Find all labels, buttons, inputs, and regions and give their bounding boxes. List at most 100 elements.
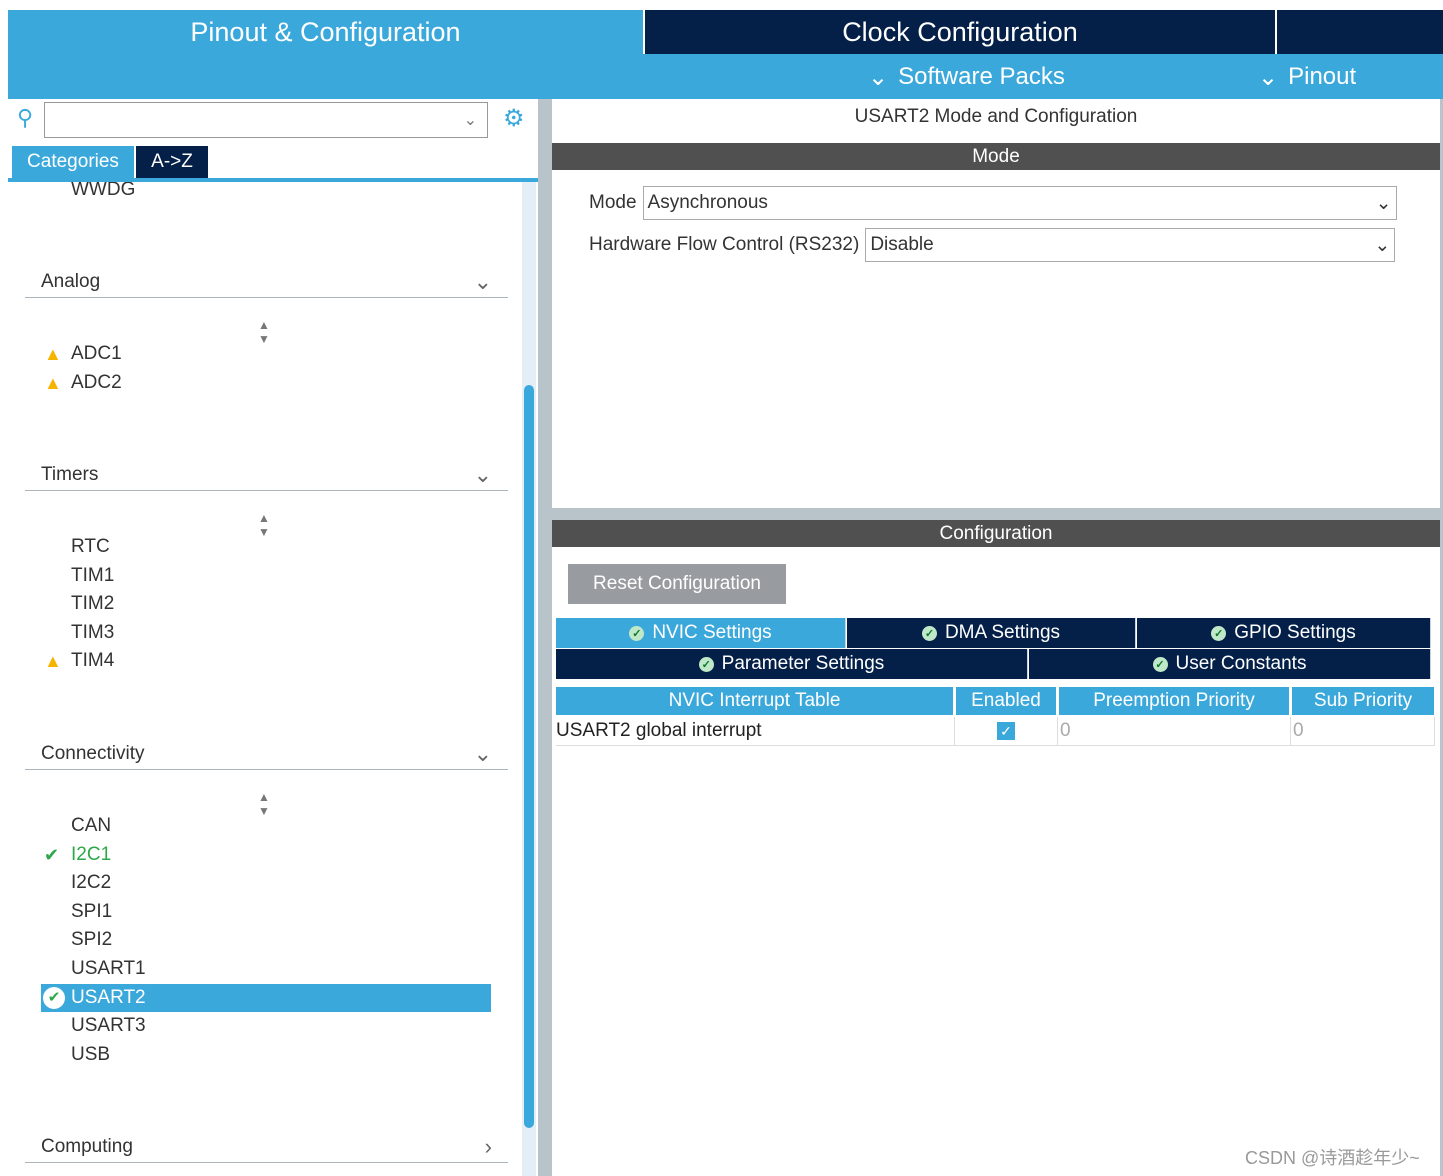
search-icon[interactable]: ⚲ <box>17 105 33 131</box>
mode-label: Mode <box>589 192 637 213</box>
check-circle-icon: ✓ <box>1152 656 1168 672</box>
panel-title: USART2 Mode and Configuration <box>854 106 1138 127</box>
configuration-header: Configuration <box>552 520 1440 547</box>
category-header[interactable]: Analog ⌄ <box>25 266 508 298</box>
flow-control-row: Hardware Flow Control (RS232) Disable ⌄ <box>589 228 1396 262</box>
tab-label: DMA Settings <box>944 622 1061 643</box>
tab-nvic-settings[interactable]: ✓ NVIC Settings <box>556 618 846 648</box>
item-label: TIM4 <box>71 650 115 672</box>
table-cell-preemption[interactable]: 0 <box>1058 717 1291 746</box>
list-item[interactable]: USART3 <box>41 1012 491 1040</box>
tab-label: NVIC Settings <box>652 622 772 643</box>
list-item[interactable]: ▲ TIM4 <box>41 647 491 675</box>
item-label: CAN <box>71 815 112 836</box>
column-header[interactable]: Preemption Priority <box>1059 687 1289 715</box>
item-label: USART1 <box>71 958 146 979</box>
list-item[interactable]: ✔ I2C1 <box>41 841 491 869</box>
category-label: Analog <box>41 270 101 292</box>
check-icon: ✔ <box>44 844 60 865</box>
chevron-down-icon: ⌄ <box>1374 234 1391 256</box>
column-header[interactable]: Enabled <box>956 687 1056 715</box>
table-cell-sub[interactable]: 0 <box>1291 717 1435 746</box>
pinout-menu[interactable]: ⌄ Pinout <box>1258 62 1356 92</box>
warning-icon: ▲ <box>44 344 62 364</box>
check-circle-icon: ✓ <box>1211 625 1227 641</box>
tab-clock-configuration[interactable]: Clock Configuration <box>645 10 1275 54</box>
item-label: USART3 <box>71 1015 146 1037</box>
list-item[interactable]: USB <box>41 1041 491 1069</box>
tab-label: Parameter Settings <box>721 653 885 674</box>
item-label: I2C2 <box>71 872 112 894</box>
item-label: ADC2 <box>71 371 122 393</box>
chevron-down-icon: ⌄ <box>868 63 889 91</box>
splitter[interactable] <box>552 508 1443 520</box>
item-label: SPI1 <box>71 900 113 922</box>
reset-configuration-button[interactable]: Reset Configuration <box>568 564 786 604</box>
list-item[interactable]: SPI2 <box>41 926 491 954</box>
category-label: Connectivity <box>41 742 145 764</box>
list-item[interactable]: ▲ ADC2 <box>41 369 491 397</box>
tab-pinout-configuration[interactable]: Pinout & Configuration <box>8 10 643 54</box>
category-label: Timers <box>41 463 99 485</box>
item-label: TIM2 <box>71 593 115 615</box>
item-label: SPI2 <box>71 929 113 951</box>
list-item[interactable]: RTC <box>41 533 491 561</box>
search-input[interactable]: ⌄ <box>44 102 488 138</box>
list-item[interactable]: TIM1 <box>41 562 491 590</box>
tab-gpio-settings[interactable]: ✓ GPIO Settings <box>1137 618 1431 648</box>
software-packs-menu[interactable]: ⌄ Software Packs <box>868 62 1065 92</box>
item-label: ADC1 <box>71 343 122 364</box>
watermark: CSDN @诗酒趁年少~ <box>1245 1148 1420 1168</box>
menu-label: Software Packs <box>898 63 1065 90</box>
list-item[interactable]: WWDG <box>41 182 491 204</box>
check-circle-icon: ✓ <box>698 656 714 672</box>
chevron-down-icon: ⌄ <box>473 268 492 294</box>
chevron-down-icon: ⌄ <box>1375 192 1392 214</box>
list-item[interactable]: TIM2 <box>41 590 491 618</box>
flow-control-select[interactable]: Disable ⌄ <box>865 228 1396 262</box>
tab-user-constants[interactable]: ✓ User Constants <box>1029 649 1431 679</box>
category-label: Computing <box>41 1135 133 1157</box>
item-label: TIM3 <box>71 621 115 643</box>
item-label: RTC <box>71 536 110 557</box>
list-item[interactable]: TIM3 <box>41 619 491 647</box>
mode-select[interactable]: Asynchronous ⌄ <box>642 186 1397 220</box>
list-item[interactable]: I2C2 <box>41 869 491 897</box>
mode-row: Mode Asynchronous ⌄ <box>589 186 1397 220</box>
chevron-down-icon: ⌄ <box>473 740 492 766</box>
tab-extra[interactable] <box>1277 10 1443 54</box>
mode-value: Asynchronous <box>647 192 768 213</box>
column-header[interactable]: NVIC Interrupt Table <box>556 687 953 715</box>
chevron-down-icon: ⌄ <box>1258 63 1279 91</box>
chevron-right-icon: › <box>484 1133 492 1159</box>
item-label: USB <box>71 1043 111 1065</box>
list-item[interactable]: ▲ ADC1 <box>41 340 491 368</box>
tab-dma-settings[interactable]: ✓ DMA Settings <box>847 618 1136 648</box>
enabled-checkbox[interactable]: ✓ <box>997 722 1015 740</box>
category-header[interactable]: Computing › <box>25 1131 508 1163</box>
column-header[interactable]: Sub Priority <box>1292 687 1434 715</box>
category-header[interactable]: Timers ⌄ <box>25 459 508 491</box>
check-circle-icon: ✓ <box>921 625 937 641</box>
table-cell-name: USART2 global interrupt <box>556 717 955 746</box>
tab-a-z[interactable]: A->Z <box>136 146 208 178</box>
table-cell-enabled: ✓ <box>955 717 1058 746</box>
item-label: I2C1 <box>71 843 112 865</box>
tab-categories[interactable]: Categories <box>12 146 134 178</box>
warning-icon: ▲ <box>44 372 62 393</box>
list-item[interactable]: CAN <box>41 812 491 840</box>
scrollbar-thumb[interactable] <box>524 385 534 1128</box>
item-label: USART2 <box>71 986 146 1008</box>
category-header[interactable]: Connectivity ⌄ <box>25 738 508 770</box>
list-item[interactable]: USART1 <box>41 955 491 983</box>
tab-label: User Constants <box>1175 653 1307 674</box>
tab-label: GPIO Settings <box>1234 622 1356 643</box>
list-item[interactable]: SPI1 <box>41 898 491 926</box>
check-circle-icon: ✓ <box>629 625 645 641</box>
tab-parameter-settings[interactable]: ✓ Parameter Settings <box>556 649 1028 679</box>
chevron-down-icon[interactable]: ⌄ <box>464 110 477 130</box>
splitter[interactable] <box>538 99 552 1176</box>
gear-icon[interactable]: ⚙ <box>503 104 525 133</box>
list-item[interactable]: ✔ USART2 <box>41 983 491 1012</box>
mode-header: Mode <box>552 143 1440 170</box>
